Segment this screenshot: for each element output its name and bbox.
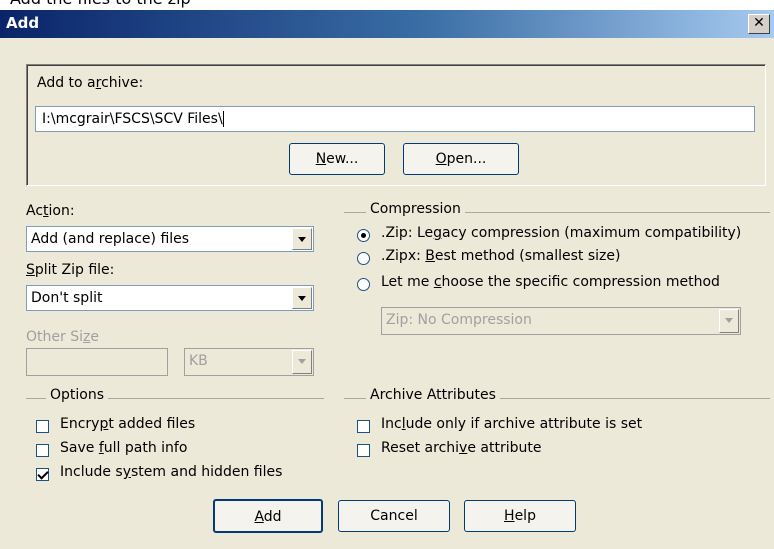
other-size-input[interactable] [26,348,168,376]
include-system-hidden-label: Include system and hidden files [60,464,283,480]
compression-group-title: Compression [366,201,465,217]
archive-path-input[interactable]: I:\mcgrair\FSCS\SCV Files\ [35,106,755,132]
chevron-down-icon[interactable] [292,287,312,309]
options-group-title: Options [46,387,109,403]
compression-option-choose-method: Let me choose the specific compression m… [381,274,720,290]
close-icon: ✕ [753,15,765,31]
close-button[interactable]: ✕ [748,14,770,34]
encrypt-files-checkbox[interactable] [36,420,49,433]
window-title-partial: Add the files to the zip [0,0,774,10]
help-button[interactable]: Help [464,500,576,532]
include-archive-attr-checkbox[interactable] [357,420,370,433]
chevron-down-icon[interactable] [292,350,312,374]
window-title-partial-text: Add the files to the zip [10,0,191,8]
size-unit-select[interactable]: KB [184,348,314,376]
compression-option-zipx-best: .Zipx: Best method (smallest size) [381,248,621,264]
split-select-value: Don't split [31,290,103,306]
include-archive-attr-label: Include only if archive attribute is set [381,416,643,432]
reset-archive-attr-checkbox[interactable] [357,444,370,457]
action-select-value: Add (and replace) files [31,231,190,247]
chevron-down-icon[interactable] [719,309,739,333]
split-label: Split Zip file: [26,262,115,278]
action-select[interactable]: Add (and replace) files [26,226,314,252]
archive-attributes-group-title: Archive Attributes [366,387,500,403]
title-bar: Add ✕ [0,10,774,38]
archive-group: Add to archive: I:\mcgrair\FSCS\SCV File… [26,64,766,186]
new-archive-button[interactable]: New... [289,143,385,175]
compression-radio-zip-legacy[interactable] [357,229,370,242]
add-dialog: Add to archive: I:\mcgrair\FSCS\SCV File… [0,38,774,549]
compression-option-zip-legacy: .Zip: Legacy compression (maximum compat… [381,225,742,241]
compression-method-value: Zip: No Compression [386,312,532,328]
split-select[interactable]: Don't split [26,285,314,311]
compression-method-select[interactable]: Zip: No Compression [381,307,741,335]
add-button[interactable]: Add [213,499,323,533]
cancel-button[interactable]: Cancel [338,500,450,532]
archive-path-value: I:\mcgrair\FSCS\SCV Files\ [42,111,223,127]
reset-archive-attr-label: Reset archive attribute [381,440,542,456]
compression-radio-zipx-best[interactable] [357,252,370,265]
save-path-label: Save full path info [60,440,188,456]
include-system-hidden-checkbox[interactable] [36,468,49,481]
other-size-label: Other Size [26,329,99,345]
save-path-checkbox[interactable] [36,444,49,457]
encrypt-files-label: Encrypt added files [60,416,196,432]
chevron-down-icon[interactable] [292,228,312,250]
compression-radio-choose-method[interactable] [357,278,370,291]
add-to-archive-label: Add to archive: [37,75,144,91]
action-label: Action: [26,203,75,219]
window-title: Add [6,14,40,32]
size-unit-value: KB [189,353,208,369]
open-archive-button[interactable]: Open... [403,143,519,175]
